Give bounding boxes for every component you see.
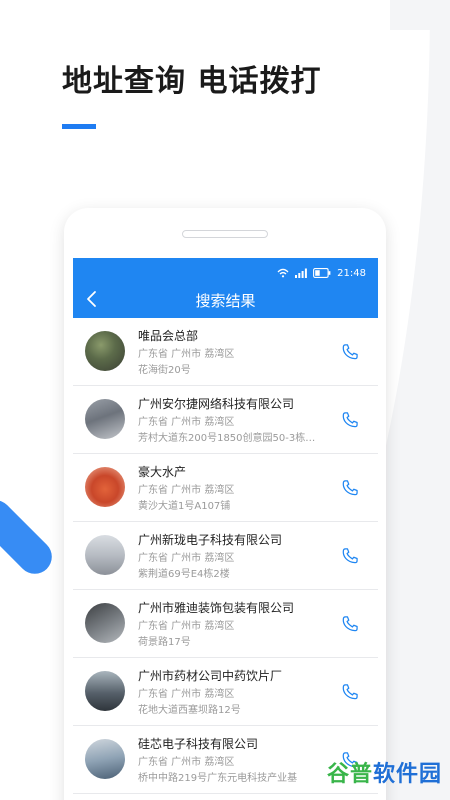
background-corner bbox=[390, 0, 450, 30]
place-region: 广东省 广州市 荔湾区 bbox=[138, 757, 235, 768]
place-address: 花海街20号 bbox=[138, 365, 191, 376]
place-address: 花地大道西塞坝路12号 bbox=[138, 705, 241, 716]
phone-icon[interactable] bbox=[340, 478, 360, 498]
place-name: 广州安尔捷网络科技有限公司 bbox=[138, 397, 295, 411]
place-region: 广东省 广州市 荔湾区 bbox=[138, 485, 235, 496]
place-thumbnail bbox=[85, 671, 125, 711]
place-address: 紫荆道69号E4栋2楼 bbox=[138, 569, 230, 580]
watermark-part1: 谷普 bbox=[326, 762, 373, 787]
place-name: 广州市雅迪装饰包装有限公司 bbox=[138, 601, 295, 615]
place-address: 荷景路17号 bbox=[138, 637, 191, 648]
phone-icon[interactable] bbox=[340, 546, 360, 566]
result-row[interactable]: 豪大水产广东省 广州市 荔湾区 黄沙大道1号A107铺 bbox=[73, 454, 378, 522]
battery-icon bbox=[313, 268, 331, 278]
promo-headline: 地址查询 电话拨打 bbox=[62, 64, 322, 99]
phone-icon[interactable] bbox=[340, 614, 360, 634]
place-address: 芳村大道东200号1850创意园50-3栋… bbox=[138, 433, 316, 444]
place-region: 广东省 广州市 荔湾区 bbox=[138, 417, 235, 428]
phone-icon[interactable] bbox=[340, 342, 360, 362]
place-address: 桥中中路219号广东元电科技产业基 bbox=[138, 773, 298, 784]
place-thumbnail bbox=[85, 739, 125, 779]
place-name: 豪大水产 bbox=[138, 465, 187, 479]
watermark-logo: 谷普软件园 bbox=[327, 756, 442, 788]
result-row[interactable]: 广州新珑电子科技有限公司 广东省 广州市 荔湾区 紫荆道69号E4栋2楼 bbox=[73, 522, 378, 590]
place-thumbnail bbox=[85, 467, 125, 507]
app-bar: 21:48 搜索结果 bbox=[73, 258, 378, 318]
phone-icon[interactable] bbox=[340, 410, 360, 430]
place-name: 唯品会总部 bbox=[138, 329, 199, 343]
result-row[interactable]: 唯品会总部广东省 广州市 荔湾区 花海街20号 bbox=[73, 318, 378, 386]
place-name: 广州市药材公司中药饮片厂 bbox=[138, 669, 283, 683]
place-thumbnail bbox=[85, 399, 125, 439]
place-region: 广东省 广州市 荔湾区 bbox=[138, 689, 235, 700]
page-title: 搜索结果 bbox=[195, 292, 256, 310]
results-list: 唯品会总部广东省 广州市 荔湾区 花海街20号广州安尔捷网络科技有限公司 广东省 广… bbox=[73, 318, 378, 794]
place-region: 广东省 广州市 荔湾区 bbox=[138, 621, 235, 632]
status-bar: 21:48 bbox=[277, 266, 366, 280]
place-address: 黄沙大道1号A107铺 bbox=[138, 501, 231, 512]
place-name: 广州新珑电子科技有限公司 bbox=[138, 533, 283, 547]
headline-underline bbox=[62, 124, 96, 129]
result-row[interactable]: 广州市药材公司中药饮片厂 广东省 广州市 荔湾区 花地大道西塞坝路12号 bbox=[73, 658, 378, 726]
result-row[interactable]: 广州市雅迪装饰包装有限公司 广东省 广州市 荔湾区 荷景路17号 bbox=[73, 590, 378, 658]
status-time: 21:48 bbox=[337, 267, 366, 279]
result-row[interactable]: 广州安尔捷网络科技有限公司 广东省 广州市 荔湾区芳村大道东200号1850创意园… bbox=[73, 386, 378, 454]
place-thumbnail bbox=[85, 331, 125, 371]
watermark-part2: 软件园 bbox=[372, 762, 442, 787]
place-thumbnail bbox=[85, 535, 125, 575]
wifi-icon bbox=[277, 268, 289, 278]
place-name: 硅芯电子科技有限公司 bbox=[138, 737, 259, 751]
place-thumbnail bbox=[85, 603, 125, 643]
place-region: 广东省 广州市 荔湾区 bbox=[138, 553, 235, 564]
place-region: 广东省 广州市 荔湾区 bbox=[138, 349, 235, 360]
phone-icon[interactable] bbox=[340, 682, 360, 702]
phone-speaker bbox=[182, 230, 268, 238]
signal-icon bbox=[295, 268, 308, 278]
phone-mockup: 21:48 搜索结果 唯品会总部广东省 广州市 荔湾区 花海街20号广州安尔捷网络… bbox=[64, 208, 386, 800]
